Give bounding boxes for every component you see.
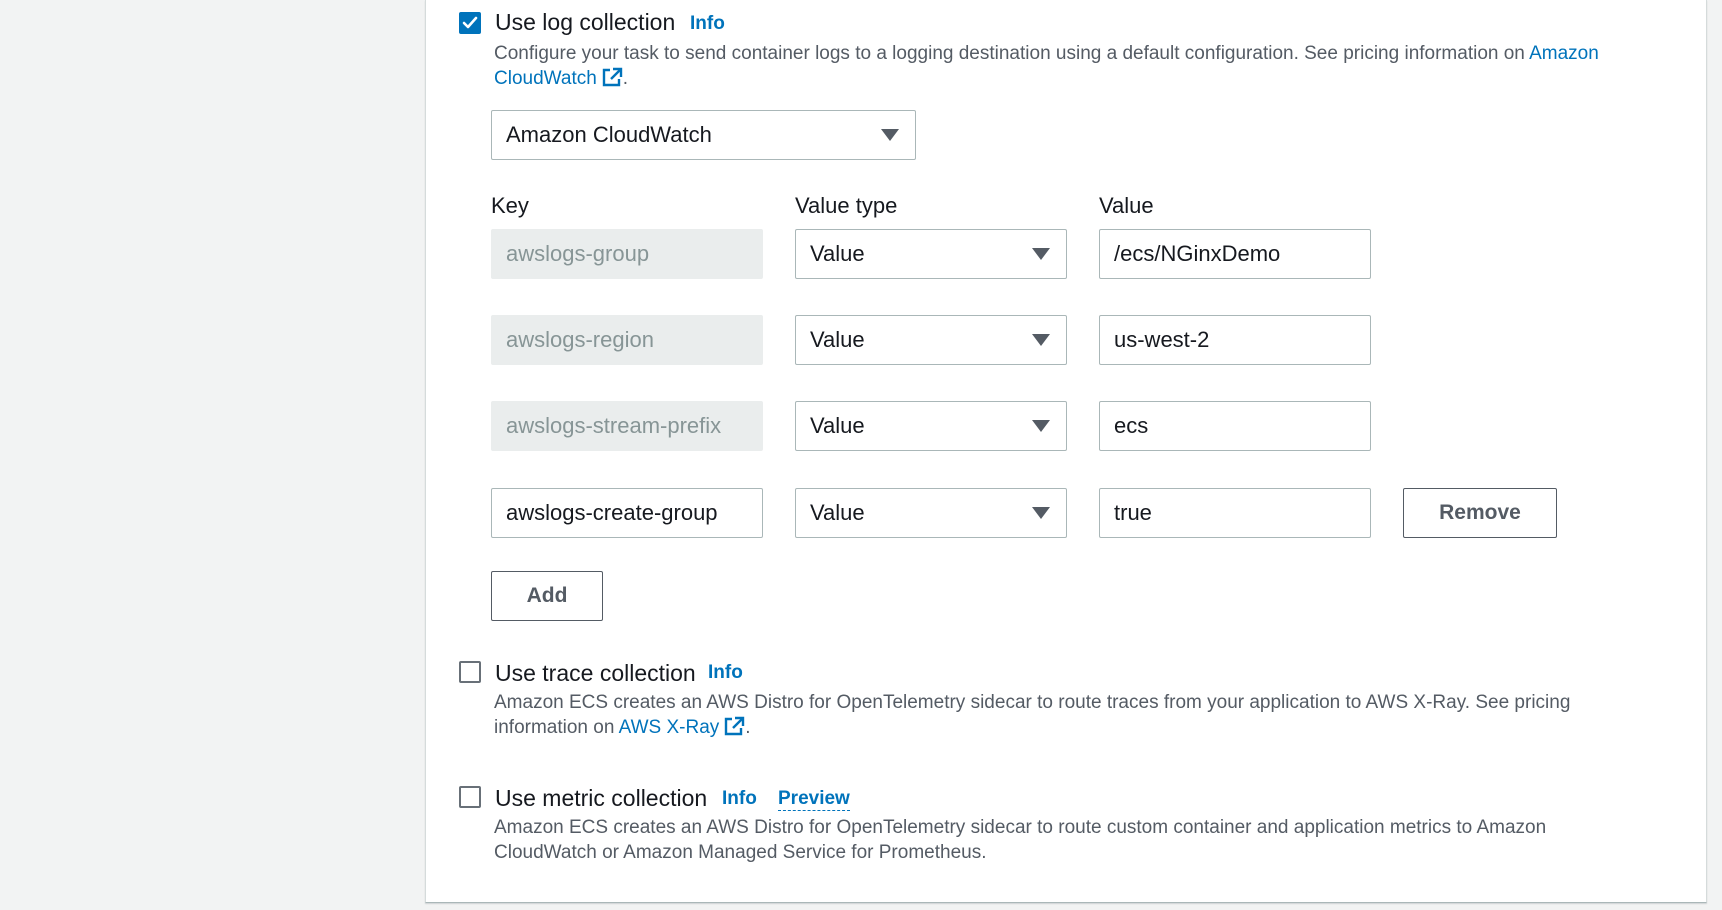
log-option-value-type-select[interactable]: Value xyxy=(795,401,1067,451)
value-type-selected: Value xyxy=(810,241,865,266)
log-option-value-input[interactable]: ecs xyxy=(1099,401,1371,451)
metric-collection-checkbox[interactable] xyxy=(459,786,481,808)
log-destination-value: Amazon CloudWatch xyxy=(506,122,712,147)
xray-pricing-link[interactable]: AWS X-Ray xyxy=(619,717,720,738)
remove-button[interactable]: Remove xyxy=(1403,488,1557,538)
log-option-key-field: awslogs-region xyxy=(491,315,763,365)
caret-down-icon xyxy=(1032,334,1050,346)
cloudwatch-link-period: . xyxy=(622,68,629,89)
log-collection-description-text: Configure your task to send container lo… xyxy=(494,43,1525,64)
metric-collection-preview-link[interactable]: Preview xyxy=(778,788,850,811)
log-option-key-input[interactable]: awslogs-create-group xyxy=(491,488,763,538)
metric-collection-info-link[interactable]: Info xyxy=(722,788,757,810)
key-column-label: Key xyxy=(491,193,529,218)
trace-description-line2: information on xyxy=(494,717,615,738)
caret-down-icon xyxy=(1032,248,1050,260)
metric-description-line2: CloudWatch or Amazon Managed Service for… xyxy=(494,842,987,863)
trace-collection-info-link[interactable]: Info xyxy=(708,662,743,684)
caret-down-icon xyxy=(1032,420,1050,432)
log-option-value-input[interactable]: /ecs/NGinxDemo xyxy=(1099,229,1371,279)
metric-collection-label[interactable]: Use metric collection xyxy=(495,785,707,812)
metric-description-line1: Amazon ECS creates an AWS Distro for Ope… xyxy=(494,817,1547,838)
caret-down-icon xyxy=(1032,507,1050,519)
value-type-selected: Value xyxy=(810,413,865,438)
value-type-selected: Value xyxy=(810,327,865,352)
caret-down-icon xyxy=(881,129,899,141)
trace-collection-description: Amazon ECS creates an AWS Distro for Ope… xyxy=(494,690,1674,743)
add-button[interactable]: Add xyxy=(491,571,603,621)
check-icon xyxy=(462,16,478,29)
log-option-key-field: awslogs-stream-prefix xyxy=(491,401,763,451)
cloudwatch-pricing-link-part2[interactable]: CloudWatch xyxy=(494,68,597,89)
log-collection-info-link[interactable]: Info xyxy=(690,13,725,35)
trace-collection-label[interactable]: Use trace collection xyxy=(495,660,696,687)
log-option-value-type-select[interactable]: Value xyxy=(795,315,1067,365)
log-collection-description: Configure your task to send container lo… xyxy=(494,41,1674,94)
log-option-value-input[interactable]: us-west-2 xyxy=(1099,315,1371,365)
log-option-key-field: awslogs-group xyxy=(491,229,763,279)
log-option-value-input[interactable]: true xyxy=(1099,488,1371,538)
cloudwatch-pricing-link-part1[interactable]: Amazon xyxy=(1529,43,1599,64)
log-option-value-type-select[interactable]: Value xyxy=(795,229,1067,279)
log-option-value-type-select[interactable]: Value xyxy=(795,488,1067,538)
log-collection-label[interactable]: Use log collection xyxy=(495,9,675,36)
value-column-label: Value xyxy=(1099,193,1154,218)
external-link-icon[interactable] xyxy=(723,716,745,743)
value-type-column-label: Value type xyxy=(795,193,898,218)
metric-collection-description: Amazon ECS creates an AWS Distro for Ope… xyxy=(494,815,1674,865)
trace-description-line1: Amazon ECS creates an AWS Distro for Ope… xyxy=(494,692,1571,713)
external-link-icon[interactable] xyxy=(601,67,623,94)
log-collection-checkbox[interactable] xyxy=(459,12,481,34)
xray-link-period: . xyxy=(745,717,751,738)
observability-panel: Use log collection Info Configure your t… xyxy=(425,0,1707,903)
value-type-selected: Value xyxy=(810,500,865,525)
log-destination-select[interactable]: Amazon CloudWatch xyxy=(491,110,916,160)
trace-collection-checkbox[interactable] xyxy=(459,661,481,683)
